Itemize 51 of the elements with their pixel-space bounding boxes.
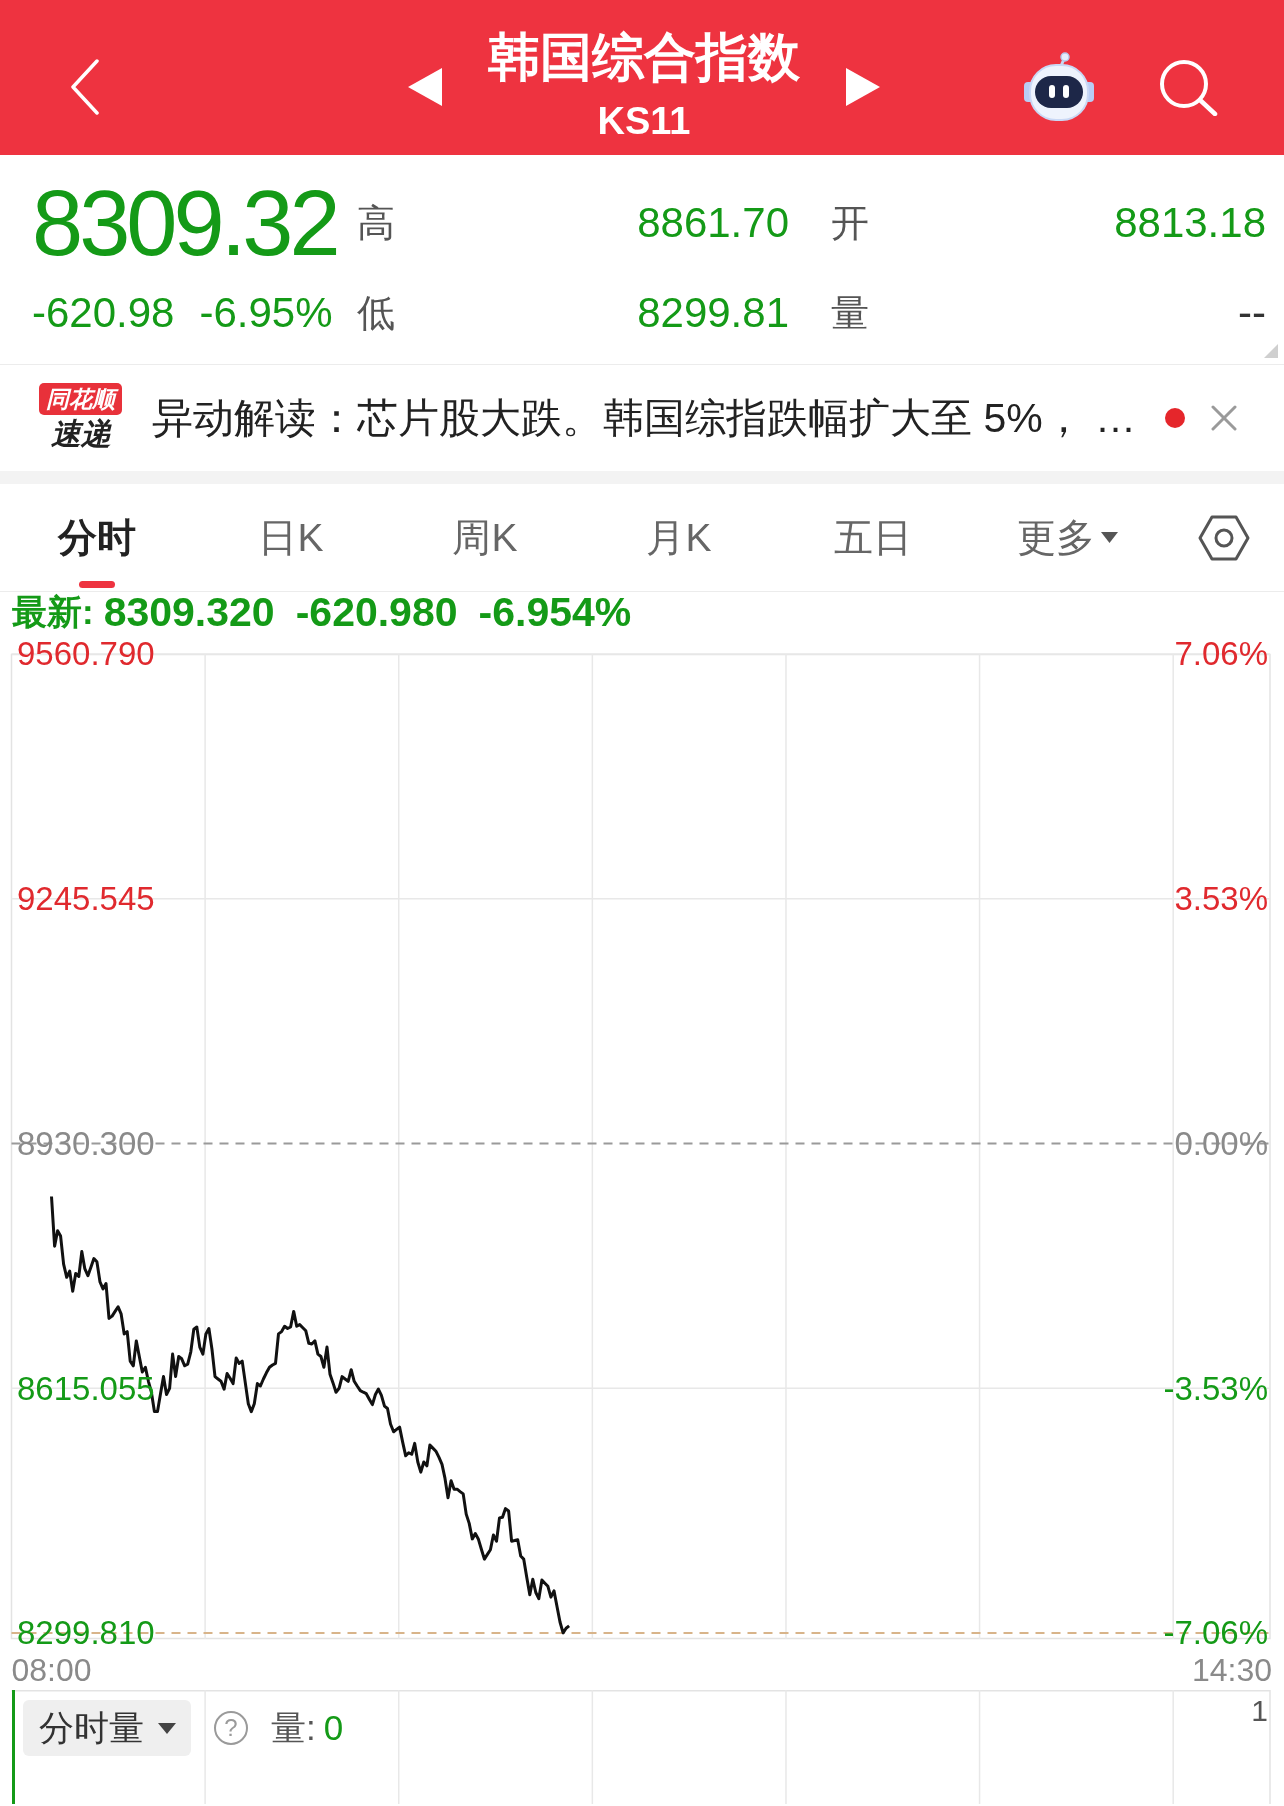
- page-title: 韩国综合指数: [488, 27, 800, 87]
- right-triangle-icon[interactable]: [846, 67, 880, 106]
- percent-label: -7.06%: [1163, 1614, 1268, 1652]
- current-price: 8309.32: [32, 173, 338, 273]
- caret-icon: [157, 1722, 176, 1734]
- time-label: 08:00: [11, 1652, 92, 1688]
- latest-label: 最新:: [12, 590, 94, 633]
- percent-label: 3.53%: [1174, 880, 1268, 918]
- chevron-left-icon[interactable]: [70, 58, 100, 115]
- latest-price: 8309.320: [103, 588, 275, 636]
- tab[interactable]: 五日: [776, 484, 970, 591]
- stat-value: 8813.18: [1113, 199, 1266, 247]
- axis-label: 9560.790: [17, 635, 155, 673]
- tab[interactable]: 更多: [970, 484, 1164, 591]
- robot-icon[interactable]: [1023, 51, 1095, 122]
- search-icon[interactable]: [1158, 57, 1218, 116]
- axis-label: 8930.300: [17, 1124, 155, 1162]
- stat-label: 高: [357, 200, 396, 246]
- stat-value: 8299.81: [636, 289, 790, 337]
- stat-label: 量: [831, 290, 870, 336]
- news-headline[interactable]: 异动解读：芯片股大跌。韩国综指跌幅扩大至 5%， …: [152, 390, 1165, 446]
- percent-label: -3.53%: [1163, 1369, 1268, 1407]
- axis-label: 1: [1251, 1694, 1268, 1728]
- change-percent: -6.95%: [199, 289, 333, 337]
- close-icon[interactable]: [1211, 405, 1237, 431]
- volume-selector[interactable]: 分时量: [23, 1700, 191, 1756]
- brand-tag: 同花顺: [39, 383, 122, 415]
- brand-label: 速递: [50, 416, 111, 452]
- left-triangle-icon[interactable]: [408, 67, 442, 106]
- price-change: -620.98: [32, 289, 175, 337]
- time-label: 14:30: [1191, 1652, 1272, 1688]
- stat-value: 8861.70: [636, 199, 790, 247]
- volume-label: 量:: [271, 1706, 316, 1749]
- tab[interactable]: 月K: [582, 484, 776, 591]
- percent-label: 7.06%: [1174, 635, 1268, 673]
- volume-value: 0: [323, 1708, 344, 1748]
- caret-icon: [1100, 532, 1118, 543]
- axis-label: 8299.810: [17, 1614, 155, 1652]
- stat-value: --: [1237, 289, 1266, 337]
- percent-label: 0.00%: [1174, 1124, 1268, 1162]
- stat-label: 低: [357, 290, 396, 336]
- latest-percent: -6.954%: [478, 588, 632, 636]
- latest-change: -620.980: [295, 588, 458, 636]
- index-code: KS11: [597, 99, 691, 143]
- tab[interactable]: 日K: [194, 484, 388, 591]
- tab[interactable]: 周K: [388, 484, 582, 591]
- axis-label: 9245.545: [17, 880, 155, 918]
- stat-label: 开: [831, 200, 870, 246]
- tab-underline: [79, 581, 115, 588]
- tab[interactable]: 分时: [0, 484, 194, 591]
- settings-icon[interactable]: [1198, 513, 1250, 562]
